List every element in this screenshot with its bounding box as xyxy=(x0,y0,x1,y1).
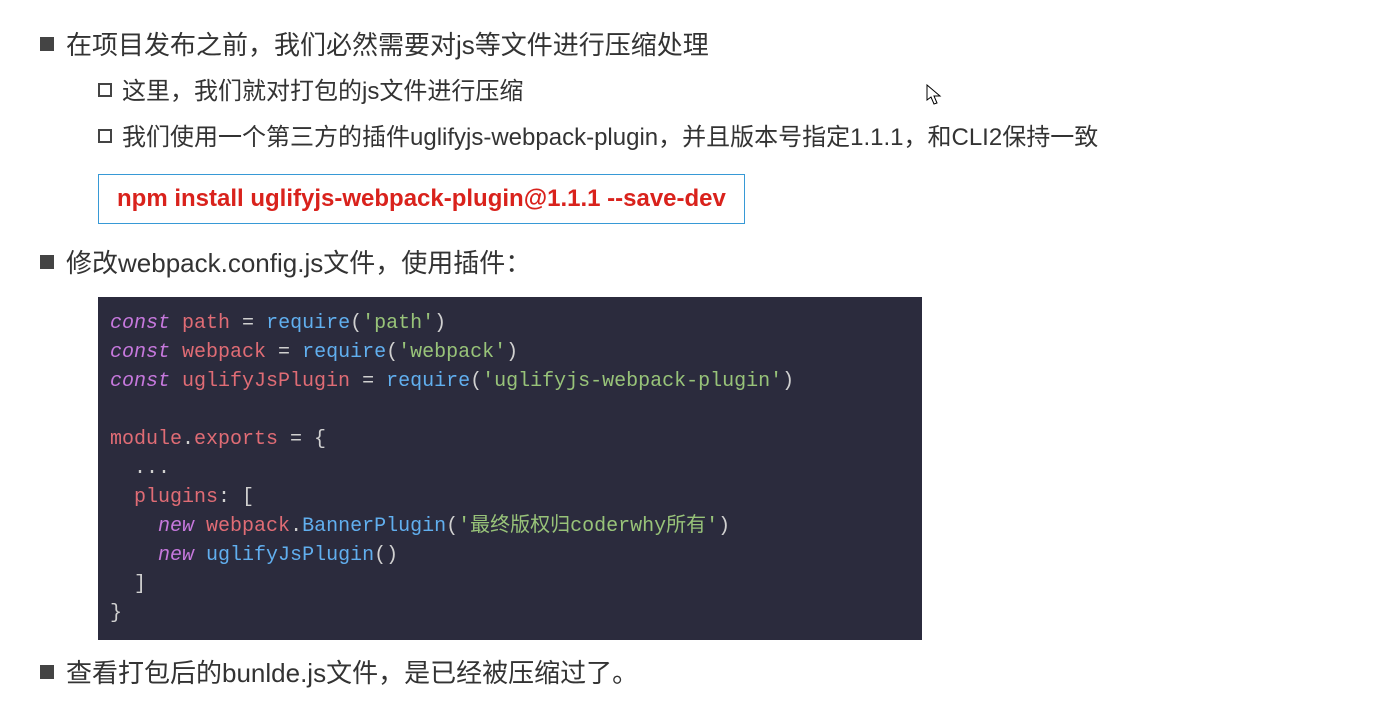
bullet-text: 这里，我们就对打包的js文件进行压缩 xyxy=(122,73,523,111)
code-punc: = xyxy=(266,341,302,364)
bullet-text: 查看打包后的bunlde.js文件，是已经被压缩过了。 xyxy=(66,654,638,693)
code-punc: : [ xyxy=(218,486,254,509)
code-str: '最终版权归coderwhy所有' xyxy=(458,515,718,538)
bullet-text: 我们使用一个第三方的插件uglifyjs-webpack-plugin，并且版本… xyxy=(122,119,1098,157)
bullet-level1: 查看打包后的bunlde.js文件，是已经被压缩过了。 xyxy=(40,654,1359,693)
bullet-text: 修改webpack.config.js文件，使用插件： xyxy=(66,244,531,283)
code-var: module xyxy=(110,428,182,451)
hollow-square-bullet-icon xyxy=(98,83,112,97)
code-str: 'uglifyjs-webpack-plugin' xyxy=(482,370,782,393)
code-str: 'path' xyxy=(362,312,434,335)
code-keyword: const xyxy=(110,312,170,335)
bullet-level1: 修改webpack.config.js文件，使用插件： xyxy=(40,244,1359,283)
code-punc: ) xyxy=(718,515,730,538)
code-keyword: new xyxy=(158,515,194,538)
code-var: webpack xyxy=(182,341,266,364)
code-punc: = xyxy=(230,312,266,335)
code-keyword: new xyxy=(158,544,194,567)
square-bullet-icon xyxy=(40,665,54,679)
code-prop: plugins xyxy=(134,486,218,509)
code-punc: ( xyxy=(374,544,386,567)
code-method: BannerPlugin xyxy=(302,515,446,538)
code-var: exports xyxy=(194,428,278,451)
code-block: const path = require('path') const webpa… xyxy=(98,297,922,640)
code-punc: = xyxy=(350,370,386,393)
square-bullet-icon xyxy=(40,37,54,51)
code-punc: ) xyxy=(386,544,398,567)
bullet-level1: 在项目发布之前，我们必然需要对js等文件进行压缩处理 xyxy=(40,26,1359,65)
code-punc: . xyxy=(182,428,194,451)
code-var: path xyxy=(182,312,230,335)
code-punc: ) xyxy=(506,341,518,364)
code-fn: require xyxy=(302,341,386,364)
install-command-box: npm install uglifyjs-webpack-plugin@1.1.… xyxy=(98,174,745,224)
code-punc: ) xyxy=(434,312,446,335)
code-punc: ) xyxy=(782,370,794,393)
code-punc: ( xyxy=(470,370,482,393)
square-bullet-icon xyxy=(40,255,54,269)
bullet-level2: 我们使用一个第三方的插件uglifyjs-webpack-plugin，并且版本… xyxy=(98,119,1359,157)
code-var: uglifyJsPlugin xyxy=(182,370,350,393)
code-fn: require xyxy=(386,370,470,393)
code-class: uglifyJsPlugin xyxy=(206,544,374,567)
bullet-level2: 这里，我们就对打包的js文件进行压缩 xyxy=(98,73,1359,111)
code-punc: ( xyxy=(386,341,398,364)
code-punc: . xyxy=(290,515,302,538)
code-keyword: const xyxy=(110,341,170,364)
code-punc: ( xyxy=(350,312,362,335)
code-fn: require xyxy=(266,312,350,335)
code-keyword: const xyxy=(110,370,170,393)
code-line: ] xyxy=(110,573,146,596)
hollow-square-bullet-icon xyxy=(98,129,112,143)
code-line: } xyxy=(110,602,122,625)
code-class: webpack xyxy=(206,515,290,538)
code-str: 'webpack' xyxy=(398,341,506,364)
code-punc: = { xyxy=(278,428,326,451)
code-punc: ( xyxy=(446,515,458,538)
bullet-text: 在项目发布之前，我们必然需要对js等文件进行压缩处理 xyxy=(66,26,709,65)
code-line: ... xyxy=(110,457,170,480)
